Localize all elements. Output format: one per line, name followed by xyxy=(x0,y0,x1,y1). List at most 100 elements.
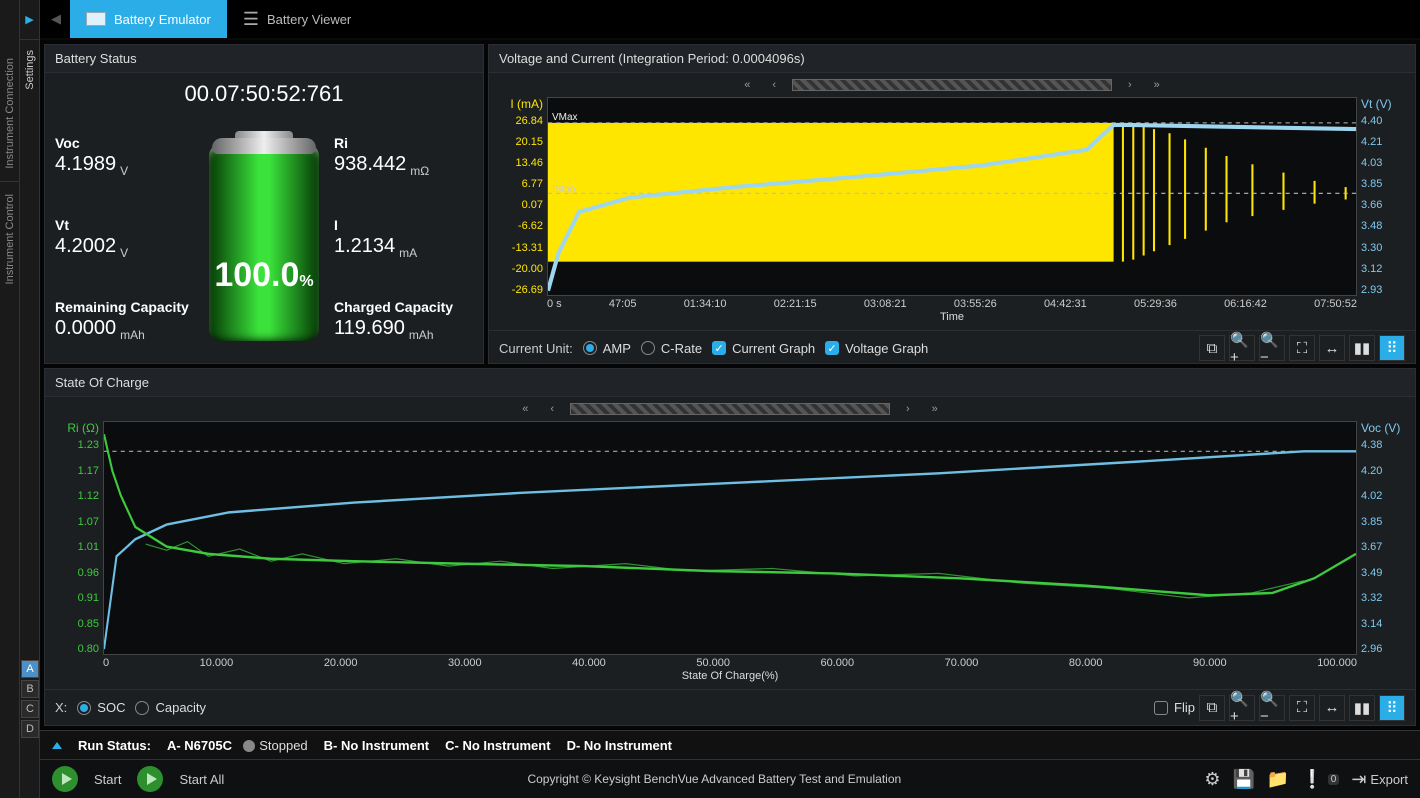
vc-plot[interactable]: VMax IStop xyxy=(547,97,1357,296)
current-unit-label: Current Unit: xyxy=(499,341,573,356)
vt-value: 4.2002V xyxy=(55,235,194,260)
cursor-icon[interactable]: ⠿ xyxy=(1379,695,1405,721)
zoom-region-icon[interactable]: ⧉ xyxy=(1199,335,1225,361)
top-tabs: ◀ Battery Emulator ☰ Battery Viewer xyxy=(40,0,1420,40)
open-folder-icon[interactable]: 📁 xyxy=(1267,769,1289,790)
cursor-icon[interactable]: ⠿ xyxy=(1379,335,1405,361)
second-rail: ▶ Settings A B C D xyxy=(20,0,40,798)
inst-a-name: A- N6705C xyxy=(167,738,232,753)
vc-x-axis: 0 s47:0501:34:1002:21:1503:08:2103:55:26… xyxy=(489,296,1415,330)
start-label: Start xyxy=(94,772,121,787)
vt-label: Vt xyxy=(55,217,194,233)
start-button[interactable] xyxy=(52,766,78,792)
tab-label: Battery Emulator xyxy=(114,12,211,27)
marker-icon[interactable]: ▮▮ xyxy=(1349,695,1375,721)
panel-title: Voltage and Current (Integration Period:… xyxy=(489,45,1415,73)
axis-right-voc: Voc (V) 4.384.204.023.853.673.493.323.14… xyxy=(1357,421,1407,655)
voc-value: 4.1989V xyxy=(55,153,194,178)
status-dot-icon xyxy=(243,740,255,752)
scrub-first[interactable]: « xyxy=(516,403,534,415)
tabs-scroll-left[interactable]: ◀ xyxy=(42,0,70,38)
start-all-label: Start All xyxy=(179,772,224,787)
marker-icon[interactable]: ▮▮ xyxy=(1349,335,1375,361)
zoom-in-icon[interactable]: 🔍+ xyxy=(1229,695,1255,721)
battery-icon xyxy=(86,12,106,26)
check-flip[interactable]: Flip xyxy=(1154,695,1195,721)
timeline-scrub: « ‹ › » xyxy=(489,73,1415,97)
soc-scrub: « ‹ › » xyxy=(45,397,1415,421)
zoom-out-icon[interactable]: 🔍− xyxy=(1259,335,1285,361)
axis-left-current: I (mA) 26.8420.1513.466.770.07-6.62-13.3… xyxy=(497,97,547,296)
vmax-annotation: VMax xyxy=(552,112,578,123)
scrub-track[interactable] xyxy=(570,403,890,415)
radio-capacity[interactable]: Capacity xyxy=(135,700,206,715)
scrub-last[interactable]: » xyxy=(1148,79,1166,91)
settings-expander[interactable]: ▶ xyxy=(20,0,39,40)
fit-all-icon[interactable]: ⛶ xyxy=(1289,695,1315,721)
charged-value: 119.690mAh xyxy=(334,317,473,342)
view-tab-a[interactable]: A xyxy=(21,660,39,678)
i-label: I xyxy=(334,217,473,233)
save-icon[interactable]: 💾 xyxy=(1233,769,1255,790)
check-voltage-graph[interactable]: Voltage Graph xyxy=(825,341,928,356)
radio-crate[interactable]: C-Rate xyxy=(641,341,702,356)
rail-instrument-connection[interactable]: Instrument Connection xyxy=(4,50,16,177)
panel-battery-status: Battery Status 00.07:50:52:761 Voc 4.198… xyxy=(44,44,484,364)
radio-amp[interactable]: AMP xyxy=(583,341,631,356)
tab-battery-emulator[interactable]: Battery Emulator xyxy=(70,0,227,38)
scrub-last[interactable]: » xyxy=(926,403,944,415)
scrub-next[interactable]: › xyxy=(1122,79,1138,91)
export-button[interactable]: ⇥ Export xyxy=(1351,769,1408,790)
i-value: 1.2134mA xyxy=(334,235,473,260)
panel-soc: State Of Charge « ‹ › » Ri (Ω) 1.231.171… xyxy=(44,368,1416,726)
inst-d: D- No Instrument xyxy=(567,738,672,753)
axis-left-ri: Ri (Ω) 1.231.171.121.071.010.960.910.850… xyxy=(53,421,103,655)
tab-battery-viewer[interactable]: ☰ Battery Viewer xyxy=(227,0,367,38)
run-status-label: Run Status: xyxy=(78,738,151,753)
scrub-next[interactable]: › xyxy=(900,403,916,415)
ri-label: Ri xyxy=(334,135,473,151)
remaining-label: Remaining Capacity xyxy=(55,299,194,315)
elapsed-time: 00.07:50:52:761 xyxy=(55,81,473,107)
start-all-button[interactable] xyxy=(137,766,163,792)
left-rail: Instrument Connection Instrument Control xyxy=(0,0,20,798)
view-tab-b[interactable]: B xyxy=(21,680,39,698)
expand-icon[interactable] xyxy=(52,742,62,749)
radio-soc[interactable]: SOC xyxy=(77,700,125,715)
x-axis-label: X: xyxy=(55,700,67,715)
zoom-out-icon[interactable]: 🔍− xyxy=(1259,695,1285,721)
axis-right-voltage: Vt (V) 4.404.214.033.853.663.483.303.122… xyxy=(1357,97,1407,296)
remaining-value: 0.0000mAh xyxy=(55,317,194,342)
fit-x-icon[interactable]: ↔ xyxy=(1319,335,1345,361)
soc-plot[interactable]: VMax xyxy=(103,421,1357,655)
inst-c: C- No Instrument xyxy=(445,738,550,753)
settings-gear-icon[interactable]: ⚙ xyxy=(1204,769,1220,790)
database-icon: ☰ xyxy=(243,9,259,30)
rail-instrument-control[interactable]: Instrument Control xyxy=(4,186,16,292)
battery-graphic: 100.0% xyxy=(194,115,334,361)
scrub-track[interactable] xyxy=(792,79,1112,91)
notification-icon[interactable]: ❕0 xyxy=(1301,769,1339,790)
voc-label: Voc xyxy=(55,135,194,151)
run-status-bar: Run Status: A- N6705C Stopped B- No Inst… xyxy=(40,730,1420,760)
soc-x-axis: 010.00020.00030.00040.00050.00060.00070.… xyxy=(45,655,1415,689)
scrub-prev[interactable]: ‹ xyxy=(766,79,782,91)
panel-title: State Of Charge xyxy=(45,369,1415,397)
view-tab-d[interactable]: D xyxy=(21,720,39,738)
scrub-first[interactable]: « xyxy=(738,79,756,91)
panel-voltage-current: Voltage and Current (Integration Period:… xyxy=(488,44,1416,364)
check-current-graph[interactable]: Current Graph xyxy=(712,341,815,356)
view-tabs: A B C D xyxy=(20,660,39,738)
copyright-text: Copyright © Keysight BenchVue Advanced B… xyxy=(240,772,1188,786)
fit-x-icon[interactable]: ↔ xyxy=(1319,695,1345,721)
rail-settings[interactable]: Settings xyxy=(24,50,36,90)
zoom-region-icon[interactable]: ⧉ xyxy=(1199,695,1225,721)
soc-toolbar: X: SOC Capacity Flip ⧉ 🔍+ 🔍− ⛶ ↔ ▮▮ ⠿ xyxy=(45,689,1415,725)
ri-value: 938.442mΩ xyxy=(334,153,473,178)
fit-all-icon[interactable]: ⛶ xyxy=(1289,335,1315,361)
vc-toolbar: Current Unit: AMP C-Rate Current Graph V… xyxy=(489,330,1415,364)
scrub-prev[interactable]: ‹ xyxy=(544,403,560,415)
zoom-in-icon[interactable]: 🔍+ xyxy=(1229,335,1255,361)
view-tab-c[interactable]: C xyxy=(21,700,39,718)
inst-b: B- No Instrument xyxy=(324,738,429,753)
